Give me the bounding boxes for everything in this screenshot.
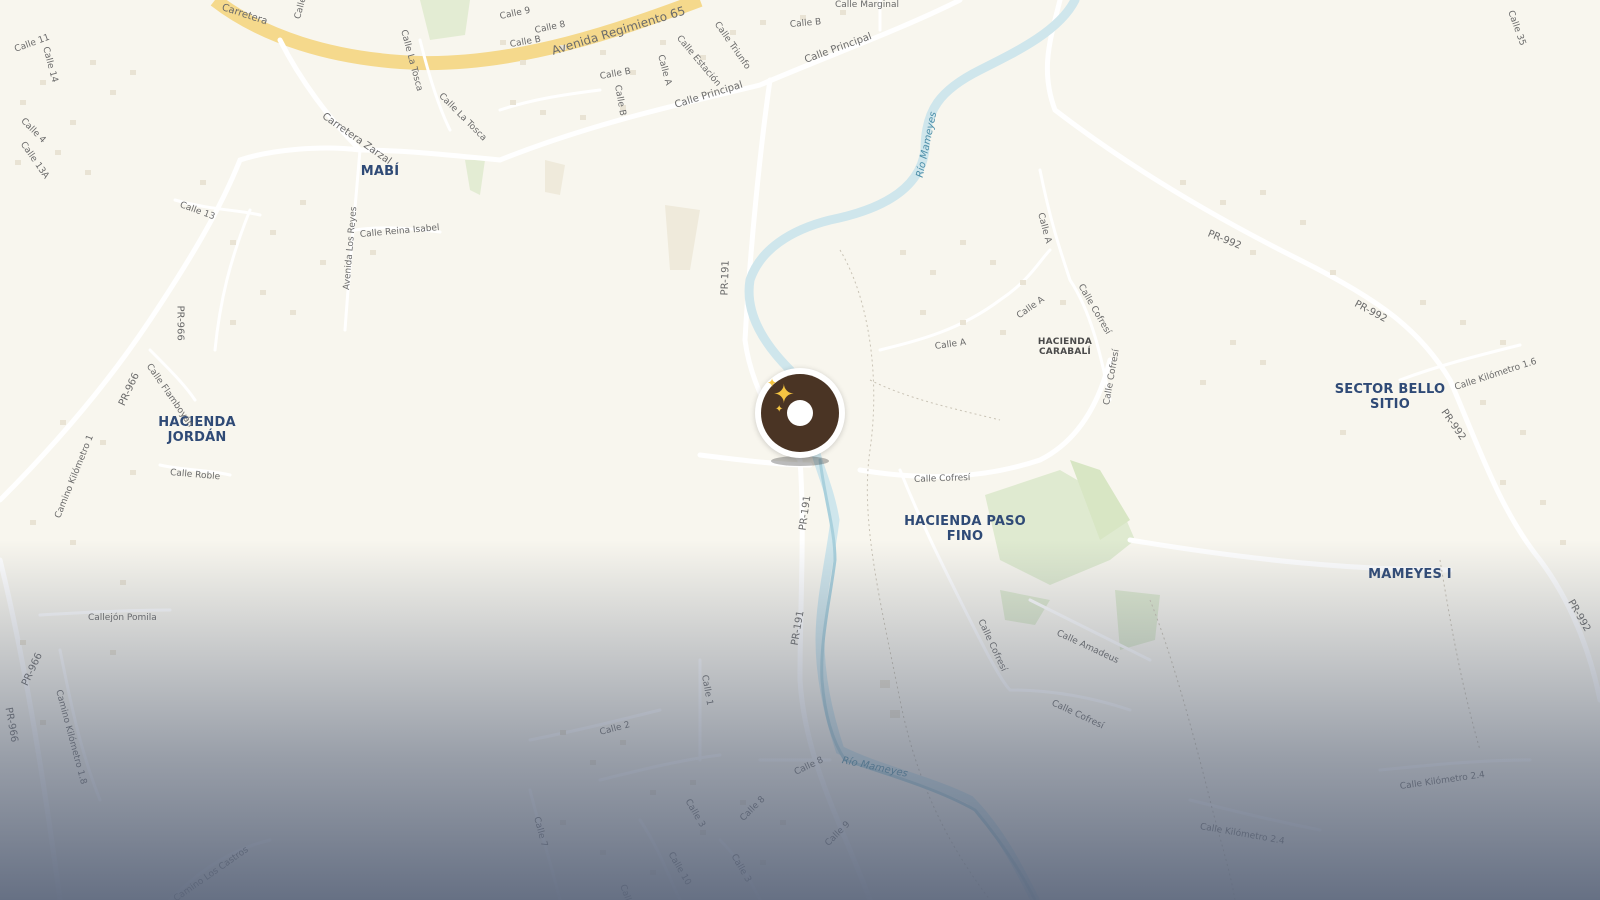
map-canvas[interactable]: MABÍ HACIENDA JORDÁN HACIENDA CARABALÍ S…	[0, 0, 1600, 900]
place-label-hacienda-carabali: HACIENDA CARABALÍ	[1030, 337, 1100, 357]
place-label-mameyes-i: MAMEYES I	[1360, 567, 1460, 582]
place-name: MAMEYES I	[1368, 567, 1452, 582]
place-label-hacienda-jordan: HACIENDA JORDÁN	[152, 415, 242, 445]
street-label: PR-966	[174, 305, 186, 341]
location-marker[interactable]: ✦ ✦ ✦	[755, 368, 845, 478]
place-label-hacienda-paso-fino: HACIENDA PASO FINO	[900, 514, 1030, 544]
place-name-line: HACIENDA PASO	[904, 514, 1026, 529]
place-name-line: HACIENDA	[158, 415, 236, 430]
place-label-mabi: MABÍ	[355, 164, 405, 179]
street-label: Callejón Pomila	[88, 613, 157, 623]
place-name-line: SITIO	[1370, 397, 1410, 412]
place-name-line: CARABALÍ	[1039, 347, 1091, 357]
street-label: Calle Cofresí	[913, 473, 971, 485]
place-name-line: JORDÁN	[167, 430, 227, 445]
street-label: Calle Marginal	[835, 0, 899, 10]
marker-center	[787, 400, 813, 426]
place-label-sector-bello-sitio: SECTOR BELLO SITIO	[1330, 382, 1450, 412]
place-name: MABÍ	[360, 164, 400, 179]
street-label: PR-191	[719, 260, 732, 296]
place-name-line: FINO	[946, 529, 984, 544]
place-name-line: SECTOR BELLO	[1334, 382, 1446, 397]
sparkles-icon: ✦	[775, 404, 784, 415]
place-name-line: HACIENDA	[1037, 337, 1093, 347]
